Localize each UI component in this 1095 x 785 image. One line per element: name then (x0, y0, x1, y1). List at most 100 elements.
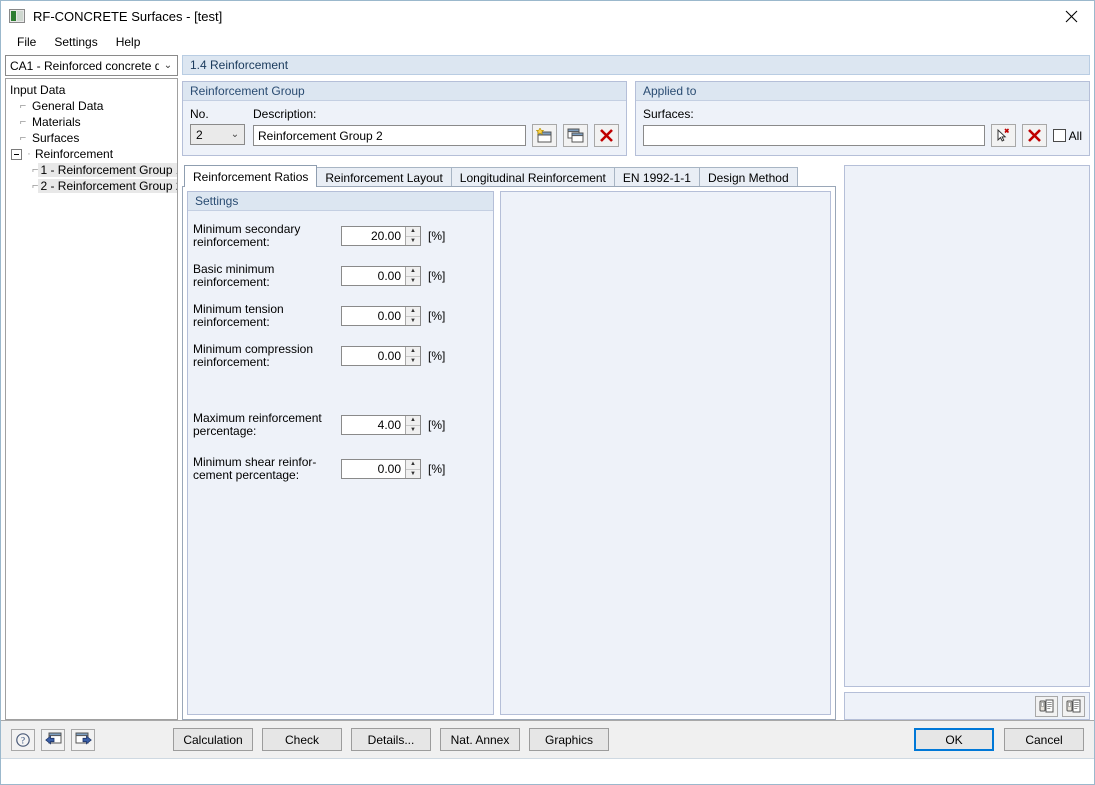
minimum-secondary-reinforcement-input[interactable]: 20.00 ▲ ▼ (341, 226, 421, 246)
all-surfaces-checkbox[interactable]: All (1052, 129, 1082, 143)
minimum-compression-reinforcement-input[interactable]: 0.00 ▲ ▼ (341, 346, 421, 366)
copy-group-button[interactable] (563, 124, 588, 147)
applied-to-title: Applied to (636, 82, 1089, 101)
spin-up-icon[interactable]: ▲ (406, 416, 420, 426)
pick-surfaces-button[interactable] (990, 124, 1016, 147)
maximum-reinforcement-percentage-input[interactable]: 4.00 ▲ ▼ (341, 415, 421, 435)
field-label: Minimum shear reinfor- cement percentage… (193, 455, 317, 482)
diagram-pane (500, 191, 831, 715)
details-button[interactable]: Details... (351, 728, 431, 751)
field-maximum-reinforcement-percentage: Maximum reinforcement percentage: 4.00 ▲… (193, 412, 485, 438)
menu-help[interactable]: Help (108, 32, 149, 52)
preview-copy-button[interactable] (1062, 695, 1085, 717)
tab-en-1992-1-1[interactable]: EN 1992-1-1 (613, 167, 700, 187)
spin-down-icon[interactable]: ▼ (406, 237, 420, 246)
tree-item-surfaces[interactable]: ⌐ Surfaces (8, 130, 175, 146)
new-group-button[interactable] (532, 124, 557, 147)
bottom-toolbar: ? Calculation Check Details... Nat. Anne… (1, 720, 1094, 758)
clear-surfaces-button[interactable] (1021, 124, 1047, 147)
tree-connector: ⌐ (19, 132, 27, 144)
close-window-button[interactable] (1049, 1, 1094, 31)
spinner-buttons: ▲ ▼ (405, 460, 420, 478)
body-area: CA1 - Reinforced concrete desi ⌄ Input D… (1, 53, 1094, 720)
description-input[interactable]: Reinforcement Group 2 (253, 125, 526, 146)
tab-strip: Reinforcement Ratios Reinforcement Layou… (182, 165, 836, 187)
next-button[interactable] (71, 728, 95, 751)
minimum-tension-reinforcement-input[interactable]: 0.00 ▲ ▼ (341, 306, 421, 326)
spin-down-icon[interactable]: ▼ (406, 470, 420, 479)
pick-surfaces-icon (997, 128, 1010, 142)
preview-details-button[interactable] (1035, 695, 1058, 717)
tree-item-input-data[interactable]: Input Data (8, 82, 175, 98)
dialog-buttons: OK Cancel (914, 728, 1084, 751)
section-title: 1.4 Reinforcement (182, 55, 1090, 75)
description-value: Reinforcement Group 2 (258, 128, 383, 143)
spin-down-icon[interactable]: ▼ (406, 317, 420, 326)
reinforcement-group-title: Reinforcement Group (183, 82, 626, 101)
graphics-button[interactable]: Graphics (529, 728, 609, 751)
menu-settings[interactable]: Settings (46, 32, 105, 52)
preview-pane (844, 165, 1090, 687)
group-number-combo[interactable]: 2 ⌄ (190, 124, 245, 145)
design-case-combo[interactable]: CA1 - Reinforced concrete desi ⌄ (5, 55, 178, 76)
spin-down-icon[interactable]: ▼ (406, 426, 420, 435)
tab-longitudinal-reinforcement[interactable]: Longitudinal Reinforcement (450, 167, 615, 187)
tabs-area: Reinforcement Ratios Reinforcement Layou… (182, 165, 836, 720)
cancel-button[interactable]: Cancel (1004, 728, 1084, 751)
check-button[interactable]: Check (262, 728, 342, 751)
spin-up-icon[interactable]: ▲ (406, 460, 420, 470)
tree-connector: · (27, 148, 31, 160)
spin-up-icon[interactable]: ▲ (406, 227, 420, 237)
arrow-left-icon (44, 732, 61, 745)
field-minimum-shear-reinforcement-percentage: Minimum shear reinfor- cement percentage… (193, 456, 485, 482)
spin-up-icon[interactable]: ▲ (406, 307, 420, 317)
tree-item-label: 1 - Reinforcement Group 1 (38, 163, 177, 177)
tree-item-label: Materials (32, 115, 81, 129)
tree-item-reinforcement-group-1[interactable]: ⌐ 1 - Reinforcement Group 1 (8, 162, 177, 178)
tree-connector: ⌐ (19, 116, 27, 128)
tree-item-reinforcement[interactable]: · Reinforcement (8, 146, 175, 162)
field-minimum-compression-reinforcement: Minimum compression reinforcement: 0.00 … (193, 343, 485, 369)
applied-to-panel: Applied to Surfaces: All (635, 81, 1090, 156)
spin-up-icon[interactable]: ▲ (406, 347, 420, 357)
minimum-shear-reinforcement-percentage-input[interactable]: 0.00 ▲ ▼ (341, 459, 421, 479)
tab-design-method[interactable]: Design Method (698, 167, 798, 187)
basic-minimum-reinforcement-input[interactable]: 0.00 ▲ ▼ (341, 266, 421, 286)
help-button[interactable]: ? (11, 728, 35, 751)
arrow-right-icon (75, 732, 92, 745)
collapse-expander-icon[interactable] (11, 148, 22, 160)
field-label: Minimum compression reinforcement: (193, 342, 314, 369)
tree-item-materials[interactable]: ⌐ Materials (8, 114, 175, 130)
surfaces-input[interactable] (643, 125, 985, 146)
tree-item-label: Surfaces (32, 131, 80, 145)
no-label: No. (190, 107, 209, 121)
spin-down-icon[interactable]: ▼ (406, 357, 420, 366)
spin-down-icon[interactable]: ▼ (406, 277, 420, 286)
nat-annex-button[interactable]: Nat. Annex (440, 728, 520, 751)
spinner-buttons: ▲ ▼ (405, 227, 420, 245)
field-unit: [%] (428, 309, 446, 323)
spin-value: 20.00 (370, 229, 401, 243)
action-buttons: Calculation Check Details... Nat. Annex … (173, 728, 609, 751)
copy-window-icon (567, 128, 584, 143)
tab-reinforcement-layout[interactable]: Reinforcement Layout (316, 167, 452, 187)
tree-item-reinforcement-group-2[interactable]: ⌐ 2 - Reinforcement Group 2 (8, 178, 177, 194)
tree-item-general-data[interactable]: ⌐ General Data (8, 98, 175, 114)
menu-file[interactable]: File (9, 32, 44, 52)
tree-item-label: Reinforcement (35, 147, 114, 161)
field-unit: [%] (428, 269, 446, 283)
preview-toolbar (844, 692, 1090, 720)
settings-body: Minimum secondary reinforcement: 20.00 ▲… (188, 211, 493, 497)
question-mark-icon: ? (16, 732, 30, 747)
application-window: RF-CONCRETE Surfaces - [test] File Setti… (0, 0, 1095, 785)
tab-reinforcement-ratios[interactable]: Reinforcement Ratios (184, 165, 318, 187)
tree-item-label: General Data (32, 99, 104, 113)
title-bar: RF-CONCRETE Surfaces - [test] (1, 1, 1094, 31)
ok-button[interactable]: OK (914, 728, 994, 751)
spin-up-icon[interactable]: ▲ (406, 267, 420, 277)
group-number-value: 2 (196, 127, 203, 142)
app-icon (9, 9, 25, 23)
delete-group-button[interactable] (594, 124, 619, 147)
calculation-button[interactable]: Calculation (173, 728, 253, 751)
previous-button[interactable] (41, 728, 65, 751)
